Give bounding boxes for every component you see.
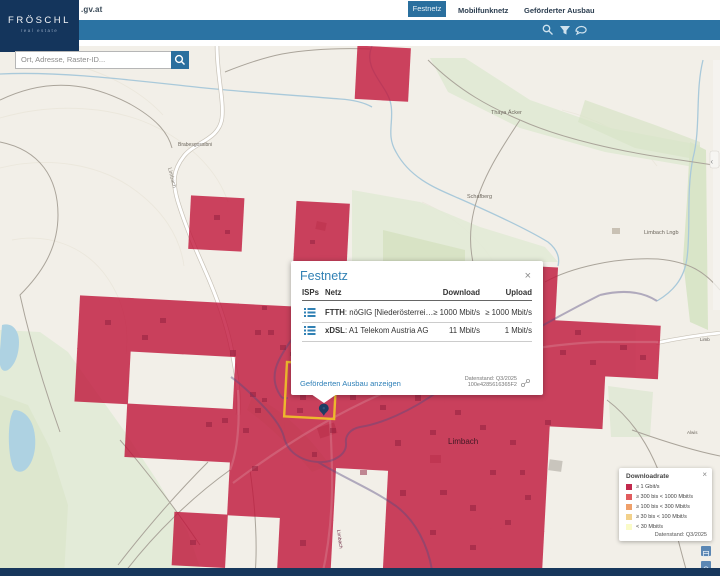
svg-text:Limbach Lngb: Limbach Lngb: [644, 230, 679, 236]
svg-text:Schafberg: Schafberg: [467, 194, 492, 200]
svg-text:Thaya Äcker: Thaya Äcker: [491, 109, 522, 116]
svg-text:Limb: Limb: [700, 337, 710, 342]
svg-text:‹: ‹: [711, 157, 714, 166]
svg-text:Brabesgossibni: Brabesgossibni: [178, 142, 212, 148]
svg-text:Limbach: Limbach: [448, 437, 478, 446]
svg-text:Alwis: Alwis: [687, 430, 698, 435]
